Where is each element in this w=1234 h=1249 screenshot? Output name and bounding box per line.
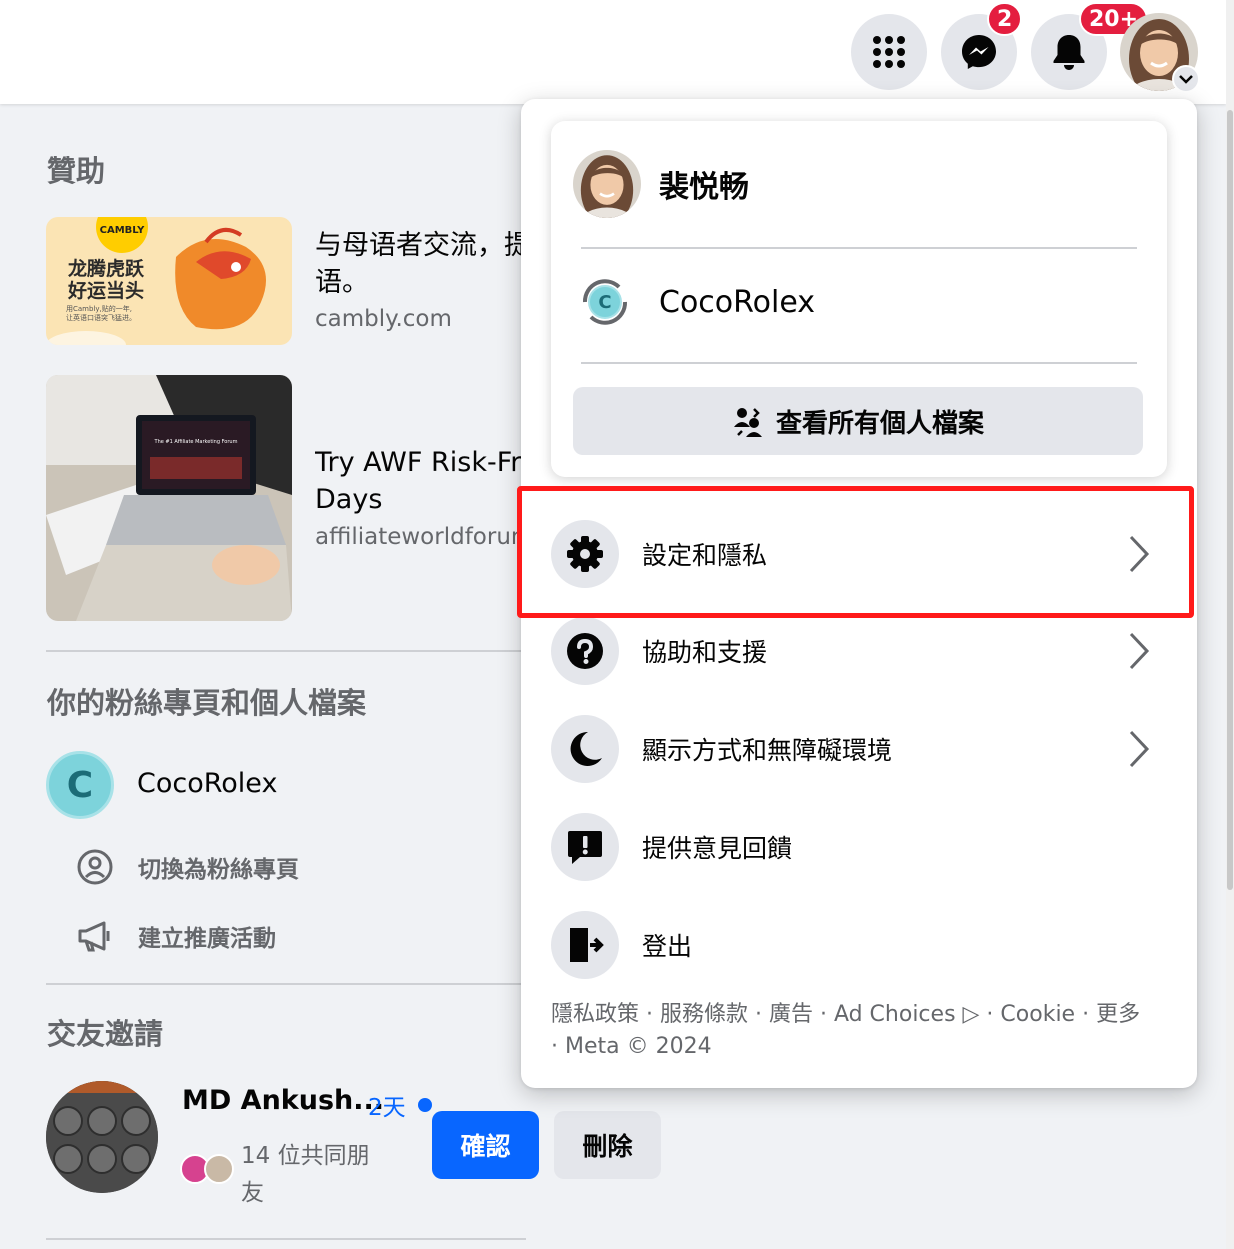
menu-grid-button[interactable] bbox=[851, 14, 927, 90]
svg-text:让英语口语突飞猛进。: 让英语口语突飞猛进。 bbox=[66, 313, 136, 322]
section-divider bbox=[46, 983, 526, 985]
svg-text:用Cambly,贴的一年,: 用Cambly,贴的一年, bbox=[66, 304, 132, 313]
scrollbar-thumb[interactable] bbox=[1227, 110, 1233, 890]
top-navigation-bar: 2 20+ bbox=[0, 0, 1226, 104]
ad-text-line[interactable]: 语。 bbox=[315, 264, 521, 301]
scrollbar[interactable] bbox=[1226, 0, 1234, 1249]
ad-text-line[interactable]: Days bbox=[315, 481, 521, 518]
footer-copyright: · Meta © 2024 bbox=[551, 1034, 712, 1059]
profiles-icon bbox=[733, 408, 762, 437]
svg-text:龙腾虎跃: 龙腾虎跃 bbox=[68, 257, 145, 280]
highlight-annotation-box bbox=[517, 486, 1194, 618]
account-menu-button[interactable] bbox=[1120, 13, 1200, 93]
page-name: CocoRolex bbox=[659, 284, 816, 320]
current-user-profile[interactable]: 裴悦畅 bbox=[573, 150, 749, 218]
messenger-icon bbox=[962, 35, 996, 69]
ad-text-line[interactable]: Try AWF Risk-Fre bbox=[315, 444, 521, 481]
friend-request-time: 2天 bbox=[368, 1088, 432, 1122]
pages-title: 你的粉絲專頁和個人檔案 bbox=[47, 686, 367, 720]
friend-requests-title: 交友邀請 bbox=[47, 1017, 164, 1051]
chevron-right-icon bbox=[1129, 632, 1150, 670]
page-profile[interactable]: C CocoRolex bbox=[573, 272, 815, 332]
section-divider bbox=[46, 1238, 526, 1240]
page-initial: C bbox=[598, 291, 612, 313]
ad-domain: cambly.com bbox=[315, 306, 452, 332]
help-support-item[interactable]: 協助和支援 bbox=[551, 617, 1171, 685]
moon-icon bbox=[551, 715, 619, 783]
messenger-button[interactable]: 2 bbox=[941, 2, 1023, 90]
switch-profile-icon bbox=[77, 849, 113, 885]
svg-text:好运当头: 好运当头 bbox=[67, 279, 144, 302]
page-avatar-with-switch-ring: C bbox=[575, 272, 635, 332]
ad-text-line[interactable]: 与母语者交流，提 bbox=[315, 227, 521, 264]
page-name[interactable]: CocoRolex bbox=[137, 768, 277, 799]
user-name: 裴悦畅 bbox=[659, 170, 749, 205]
feedback-icon bbox=[551, 813, 619, 881]
svg-text:CAMBLY: CAMBLY bbox=[100, 225, 145, 236]
footer-links[interactable]: 隱私政策 · 服務條款 · 廣告 · Ad Choices ▷ · Cookie… bbox=[551, 999, 1171, 1031]
see-all-profiles-label: 查看所有個人檔案 bbox=[775, 408, 984, 439]
menu-footer: 隱私政策 · 服務條款 · 廣告 · Ad Choices ▷ · Cookie… bbox=[551, 999, 1171, 1063]
unread-dot bbox=[417, 1098, 432, 1112]
give-feedback-item[interactable]: 提供意見回饋 bbox=[551, 813, 1171, 881]
ad-image-awf[interactable]: The #1 Affiliate Marketing Forum bbox=[46, 375, 292, 621]
logout-icon bbox=[551, 911, 619, 979]
mutual-friend-avatar bbox=[204, 1154, 234, 1184]
switch-to-page-label: 切換為粉絲專頁 bbox=[138, 857, 299, 883]
svg-text:The #1 Affiliate Marketing For: The #1 Affiliate Marketing Forum bbox=[154, 439, 238, 445]
friend-request-time-label: 2天 bbox=[368, 1095, 406, 1121]
switch-to-page-button[interactable]: 切換為粉絲專頁 bbox=[76, 848, 299, 886]
chevron-right-icon bbox=[1129, 730, 1150, 768]
notifications-button[interactable]: 20+ bbox=[1031, 2, 1149, 90]
ad-domain: affiliateworldforum bbox=[315, 524, 521, 550]
messenger-badge: 2 bbox=[987, 2, 1023, 36]
give-feedback-label: 提供意見回饋 bbox=[642, 834, 793, 863]
friend-avatar[interactable] bbox=[46, 1081, 158, 1193]
bell-icon bbox=[1053, 35, 1085, 70]
friend-name[interactable]: MD Ankush... bbox=[182, 1085, 384, 1116]
help-support-label: 協助和支援 bbox=[642, 638, 768, 667]
grid-icon bbox=[873, 36, 905, 68]
logout-label: 登出 bbox=[642, 932, 693, 961]
ad-image-cambly[interactable]: CAMBLY 龙腾虎跃 好运当头 用Cambly,贴的一年, 让英语口语突飞猛进… bbox=[46, 217, 292, 345]
page-avatar[interactable]: C bbox=[46, 751, 114, 819]
avatar bbox=[573, 150, 641, 218]
section-divider bbox=[46, 650, 526, 652]
question-icon bbox=[551, 617, 619, 685]
chevron-down-icon bbox=[1172, 65, 1200, 93]
see-all-profiles-button[interactable]: 查看所有個人檔案 bbox=[573, 387, 1143, 455]
profile-switcher-card: 裴悦畅 C CocoRolex 查看所有個人檔案 bbox=[551, 121, 1167, 477]
logout-item[interactable]: 登出 bbox=[551, 911, 1171, 979]
sponsored-title: 贊助 bbox=[47, 154, 106, 188]
megaphone-icon bbox=[78, 921, 110, 952]
card-divider bbox=[581, 362, 1137, 364]
display-accessibility-item[interactable]: 顯示方式和無障礙環境 bbox=[551, 715, 1171, 783]
delete-button[interactable]: 刪除 bbox=[554, 1111, 661, 1179]
create-promotion-label: 建立推廣活動 bbox=[138, 926, 276, 952]
confirm-button[interactable]: 確認 bbox=[432, 1111, 539, 1179]
create-promotion-button[interactable]: 建立推廣活動 bbox=[76, 917, 276, 955]
display-accessibility-label: 顯示方式和無障礙環境 bbox=[642, 736, 893, 765]
card-divider bbox=[581, 247, 1137, 249]
mutual-friends-count[interactable]: 14 位共同朋友 bbox=[241, 1138, 391, 1212]
